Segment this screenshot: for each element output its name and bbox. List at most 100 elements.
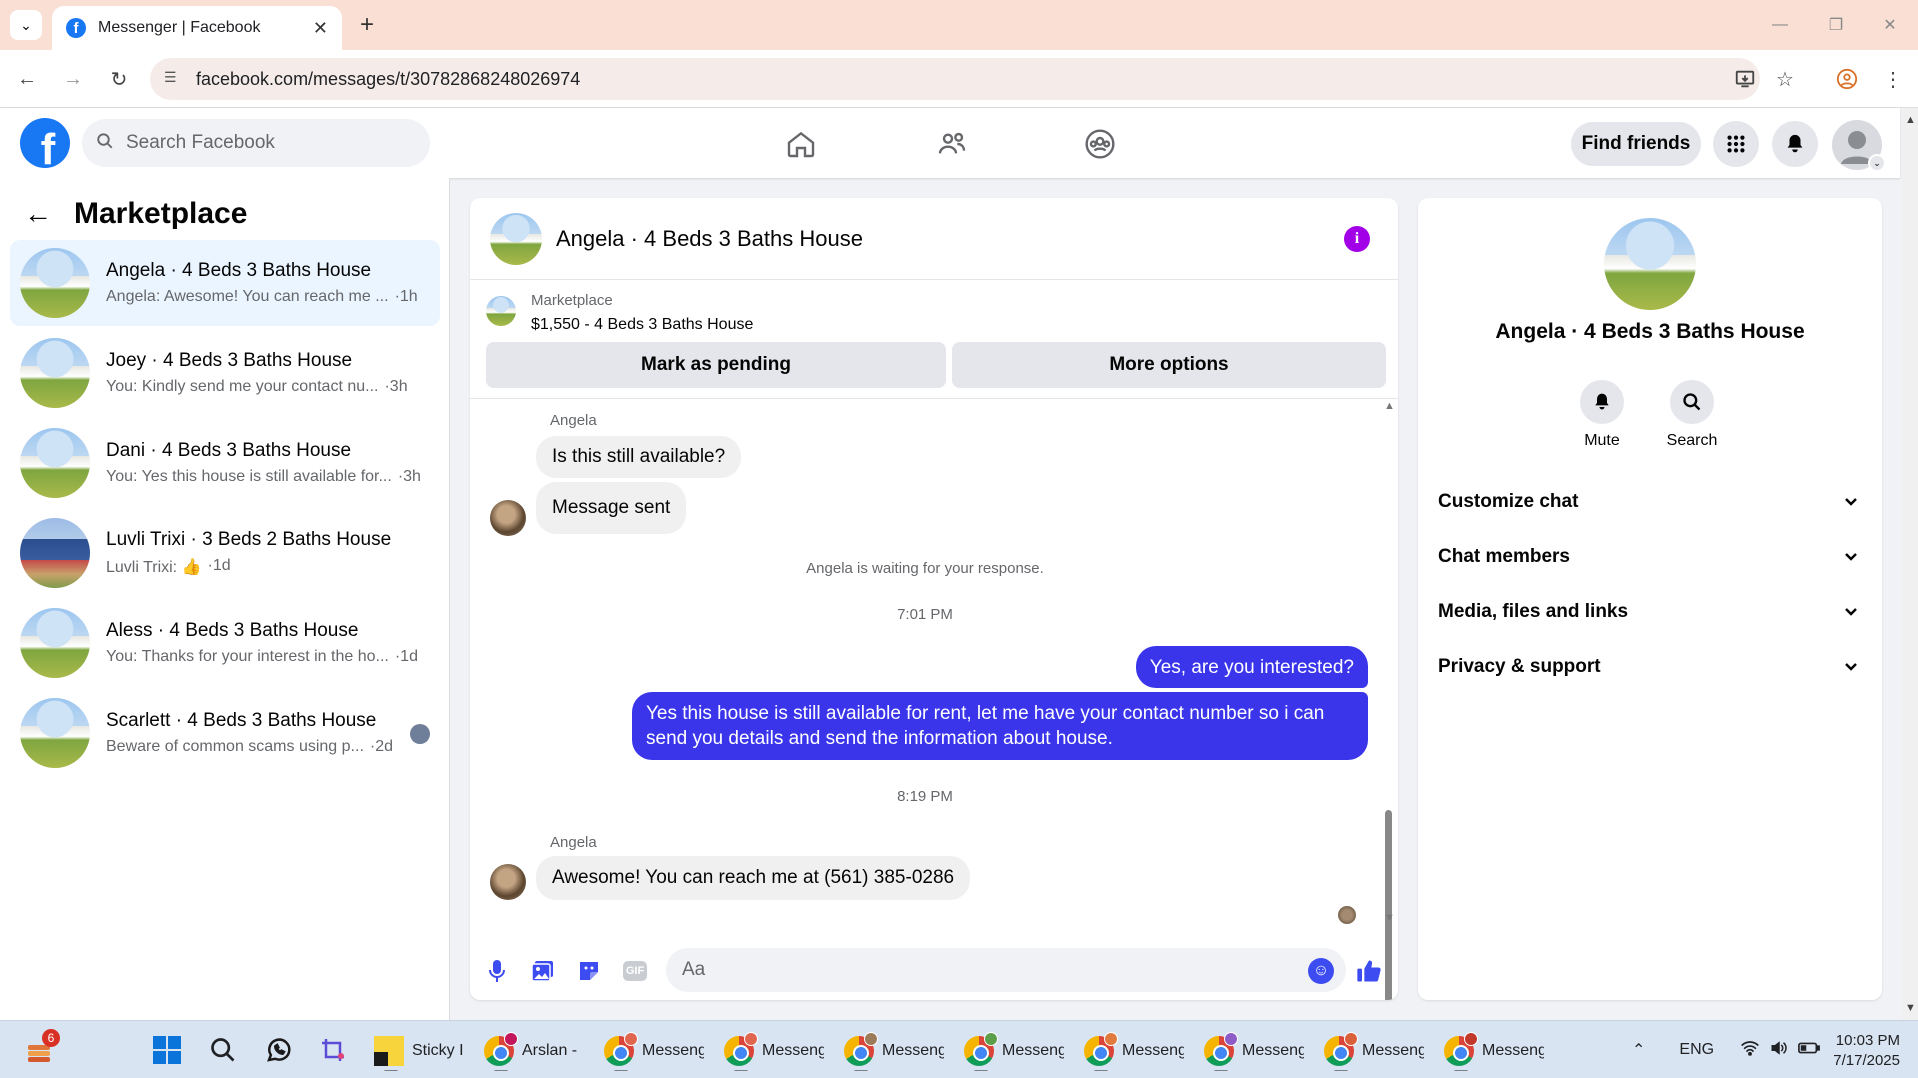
sticker-icon[interactable] (574, 956, 604, 986)
conversation-info-icon[interactable]: i (1344, 226, 1370, 252)
bookmark-star-icon[interactable]: ☆ (1770, 64, 1800, 94)
more-options-button[interactable]: More options (952, 342, 1386, 388)
panel-title: Marketplace (74, 197, 248, 230)
taskbar-app-label: Messeng (642, 1042, 704, 1059)
taskbar-app-chrome[interactable]: Messeng (1084, 1031, 1184, 1071)
back-button[interactable]: ← (12, 64, 42, 94)
groups-nav-icon[interactable] (1078, 122, 1122, 166)
chevron-down-icon: ⌄ (1868, 154, 1886, 172)
chrome-icon (1324, 1032, 1358, 1066)
battery-icon[interactable] (1798, 1041, 1820, 1060)
details-listing-photo[interactable] (1604, 218, 1696, 310)
tab-search-dropdown[interactable]: ⌄ (10, 10, 42, 40)
restore-window-button[interactable]: ❐ (1808, 0, 1864, 50)
language-indicator[interactable]: ENG (1679, 1041, 1714, 1059)
scroll-up-icon[interactable]: ▲ (1384, 400, 1395, 412)
mute-label: Mute (1584, 432, 1620, 449)
system-clock[interactable]: 10:03 PM 7/17/2025 (1833, 1031, 1900, 1071)
privacy-support-section[interactable]: Privacy & support (1430, 644, 1870, 690)
address-bar[interactable]: ☰ facebook.com/messages/t/30782868248026… (150, 58, 1760, 100)
chat-members-section[interactable]: Chat members (1430, 534, 1870, 580)
gif-icon[interactable]: GIF (620, 956, 650, 986)
search-label: Search (1666, 432, 1718, 449)
forward-button[interactable]: → (58, 64, 88, 94)
chat-title[interactable]: Angela · 4 Beds 3 Baths House (556, 226, 863, 252)
conversation-item[interactable]: Angela · 4 Beds 3 Baths House Angela: Aw… (10, 240, 440, 326)
install-app-icon[interactable] (1730, 64, 1760, 94)
taskbar-app-chrome[interactable]: Messeng (964, 1031, 1064, 1071)
taskbar-app-chrome[interactable]: Messeng (844, 1031, 944, 1071)
new-tab-button[interactable]: + (352, 10, 382, 40)
account-avatar-button[interactable]: ⌄ (1832, 120, 1886, 172)
windows-start-icon[interactable] (150, 1033, 184, 1067)
outgoing-message[interactable]: Yes, are you interested? (1135, 646, 1368, 688)
marketplace-listing-row[interactable]: Marketplace $1,550 - 4 Beds 3 Baths Hous… (486, 290, 1386, 342)
facebook-search-box[interactable]: Search Facebook (82, 119, 430, 167)
chat-scrollbar[interactable]: ▲ ▼ (1382, 400, 1395, 1000)
search-icon[interactable] (206, 1033, 240, 1067)
conversation-name: Dani · 4 Beds 3 Baths House (106, 440, 352, 461)
emoji-icon[interactable]: ☺ (1308, 958, 1334, 984)
conversation-preview: Beware of common scams using p... (106, 738, 364, 755)
profile-icon[interactable] (1832, 64, 1862, 94)
taskbar-app-chrome[interactable]: Messeng (724, 1031, 824, 1071)
conversation-item[interactable]: Aless · 4 Beds 3 Baths House You: Thanks… (10, 600, 440, 686)
sender-avatar[interactable] (490, 500, 526, 536)
microphone-icon[interactable] (482, 956, 512, 986)
media-files-links-section[interactable]: Media, files and links (1430, 589, 1870, 635)
home-nav-icon[interactable] (779, 122, 823, 166)
mark-as-pending-button[interactable]: Mark as pending (486, 342, 946, 388)
taskbar-app-label: Sticky I (412, 1042, 464, 1059)
whatsapp-icon[interactable] (262, 1033, 296, 1067)
conversation-item[interactable]: Scarlett · 4 Beds 3 Baths House Beware o… (10, 690, 440, 776)
taskbar-app-chrome[interactable]: Messeng (1444, 1031, 1544, 1071)
scroll-up-icon[interactable]: ▲ (1905, 114, 1916, 126)
conversation-item[interactable]: Luvli Trixi · 3 Beds 2 Baths House Luvli… (10, 510, 440, 596)
friends-nav-icon[interactable] (930, 122, 974, 166)
browser-tab-active[interactable]: f Messenger | Facebook ✕ (52, 6, 342, 50)
snipping-tool-icon[interactable] (318, 1033, 352, 1067)
taskbar-app-chrome[interactable]: Messeng (1324, 1031, 1424, 1071)
photo-attach-icon[interactable] (528, 956, 558, 986)
browser-menu-icon[interactable]: ⋮ (1878, 64, 1908, 94)
scroll-down-icon[interactable]: ▼ (1384, 912, 1395, 924)
conversation-name: Angela · 4 Beds 3 Baths House (106, 260, 372, 281)
facebook-logo-icon[interactable]: f (20, 118, 70, 168)
mute-action[interactable]: Mute (1557, 380, 1647, 450)
reload-button[interactable]: ↻ (104, 64, 134, 94)
close-tab-icon[interactable]: ✕ (313, 18, 328, 39)
chat-listing-thumbnail[interactable] (490, 212, 542, 265)
taskbar-app-chrome[interactable]: Messeng (604, 1031, 704, 1071)
site-settings-icon[interactable]: ☰ (164, 69, 184, 89)
search-action[interactable]: Search (1647, 380, 1737, 450)
chrome-icon (964, 1032, 998, 1066)
outgoing-message[interactable]: Yes this house is still available for re… (632, 692, 1368, 760)
minimize-window-button[interactable]: — (1752, 0, 1808, 50)
taskbar-app-sticky-notes[interactable]: Sticky I (374, 1031, 466, 1071)
chevron-up-icon[interactable]: ⌃ (1632, 1040, 1645, 1060)
message-input[interactable] (666, 948, 1346, 992)
incoming-message[interactable]: Awesome! You can reach me at (561) 385-0… (536, 856, 971, 900)
conversation-item[interactable]: Joey · 4 Beds 3 Baths House You: Kindly … (10, 330, 440, 416)
taskbar-app-chrome[interactable]: Arslan - (484, 1031, 588, 1071)
incoming-message[interactable]: Message sent (536, 482, 687, 534)
listing-title: $1,550 - 4 Beds 3 Baths House (531, 316, 754, 333)
volume-icon[interactable] (1770, 1040, 1788, 1061)
wifi-icon[interactable] (1740, 1040, 1760, 1061)
conversation-item[interactable]: Dani · 4 Beds 3 Baths House You: Yes thi… (10, 420, 440, 506)
sender-avatar[interactable] (490, 864, 526, 900)
taskbar-app-chrome[interactable]: Messeng (1204, 1031, 1304, 1071)
menu-grid-icon[interactable] (1713, 121, 1759, 167)
close-window-button[interactable]: ✕ (1862, 0, 1918, 50)
incoming-message[interactable]: Is this still available? (536, 436, 742, 478)
notifications-bell-icon[interactable] (1772, 121, 1818, 167)
page-scrollbar[interactable]: ▲ ▼ (1902, 108, 1918, 1020)
find-friends-button[interactable]: Find friends (1571, 122, 1701, 166)
like-thumbs-up-icon[interactable] (1354, 956, 1384, 986)
conversation-preview: You: Thanks for your interest in the ho.… (106, 648, 389, 665)
scroll-down-icon[interactable]: ▼ (1905, 1002, 1916, 1014)
back-arrow-icon[interactable]: ← (24, 198, 52, 230)
customize-chat-section[interactable]: Customize chat (1430, 479, 1870, 525)
taskbar-app-label: Messeng (762, 1042, 824, 1059)
notification-stack-icon[interactable]: 6 (22, 1029, 60, 1067)
